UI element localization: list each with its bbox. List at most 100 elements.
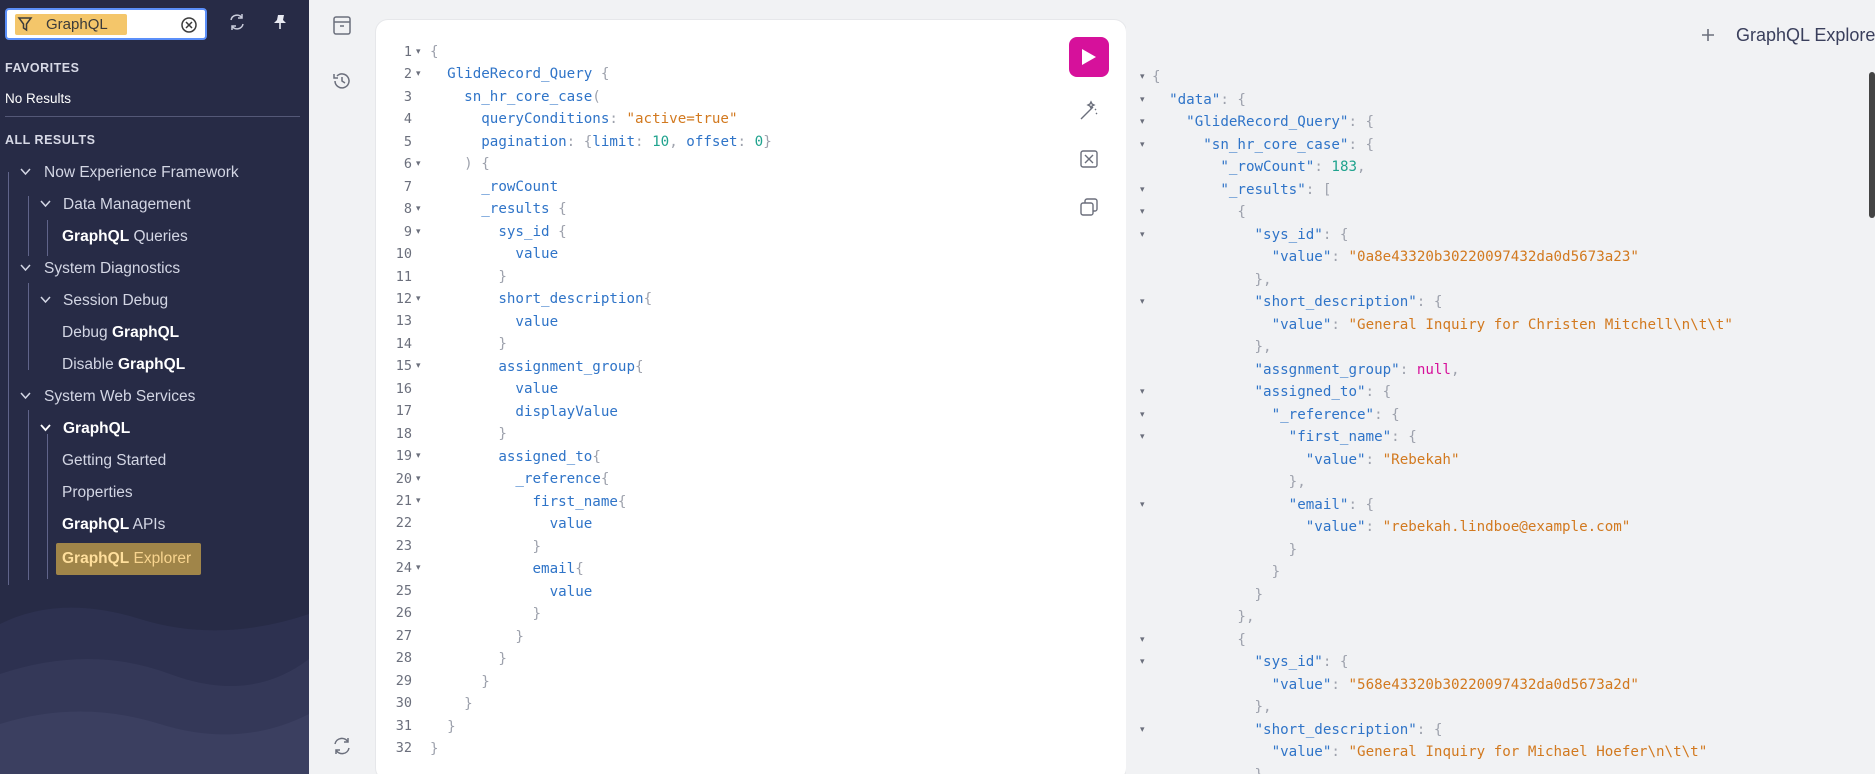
json-line: "sn_hr_core_case": { bbox=[1203, 137, 1375, 153]
line-number: 23 bbox=[395, 538, 412, 554]
nav-module-session-debug[interactable]: Session Debug bbox=[63, 287, 168, 315]
code-line-5: pagination: {limit: 10, offset: 0} bbox=[481, 134, 772, 150]
nav-module-debug-graphql[interactable]: Debug GraphQL bbox=[62, 319, 179, 347]
nav-module-properties[interactable]: Properties bbox=[62, 479, 133, 507]
fold-toggle-icon[interactable]: ▾ bbox=[416, 153, 424, 175]
results-scrollbar[interactable] bbox=[1869, 72, 1875, 218]
fold-toggle-icon[interactable]: ▾ bbox=[1140, 404, 1148, 426]
fold-toggle-icon[interactable]: ▾ bbox=[416, 490, 424, 512]
nav-module-graphql-explorer[interactable]: GraphQL Explorer bbox=[62, 545, 191, 573]
fold-toggle-icon[interactable]: ▾ bbox=[416, 63, 424, 85]
nav-module-now-experience-framework[interactable]: Now Experience Framework bbox=[44, 159, 239, 187]
navigator-filter-input[interactable]: GraphQL bbox=[5, 8, 207, 40]
nav-module-graphql-queries[interactable]: GraphQL Queries bbox=[62, 223, 188, 251]
json-line: }, bbox=[1288, 474, 1306, 490]
fold-toggle-icon[interactable]: ▾ bbox=[416, 445, 424, 467]
fold-toggle-icon[interactable]: ▾ bbox=[1140, 89, 1148, 111]
fold-toggle-icon[interactable]: ▾ bbox=[1140, 111, 1148, 133]
merge-icon[interactable] bbox=[1078, 148, 1100, 170]
code-line-9: sys_id { bbox=[498, 224, 567, 240]
run-query-button[interactable] bbox=[1069, 37, 1109, 77]
editor-tool-strip bbox=[309, 0, 373, 774]
code-line-29: } bbox=[481, 674, 490, 690]
line-number: 7 bbox=[403, 179, 412, 195]
line-number: 26 bbox=[395, 605, 412, 621]
line-number: 13 bbox=[395, 313, 412, 329]
code-line-10: value bbox=[515, 246, 559, 262]
fold-toggle-icon[interactable]: ▾ bbox=[416, 221, 424, 243]
json-line: { bbox=[1237, 204, 1246, 220]
fold-toggle-icon[interactable]: ▾ bbox=[416, 557, 424, 579]
code-line-17: displayValue bbox=[515, 404, 618, 420]
nav-module-disable-graphql[interactable]: Disable GraphQL bbox=[62, 351, 185, 379]
fold-toggle-icon[interactable]: ▾ bbox=[1140, 66, 1148, 88]
pin-icon[interactable] bbox=[271, 13, 289, 31]
fold-toggle-icon[interactable]: ▾ bbox=[1140, 201, 1148, 223]
plus-icon[interactable] bbox=[1700, 27, 1716, 43]
json-line: "assigned_to": { bbox=[1254, 384, 1392, 400]
line-number: 8 bbox=[403, 201, 412, 217]
json-line: "sys_id": { bbox=[1254, 654, 1349, 670]
line-number: 27 bbox=[395, 628, 412, 644]
json-line: { bbox=[1237, 632, 1246, 648]
divider bbox=[5, 116, 300, 117]
code-line-20: _reference{ bbox=[515, 471, 610, 487]
code-line-21: first_name{ bbox=[532, 494, 627, 510]
prettify-icon[interactable] bbox=[1078, 100, 1100, 122]
fold-toggle-icon[interactable]: ▾ bbox=[416, 198, 424, 220]
json-line: } bbox=[1254, 587, 1264, 603]
chevron-down-icon bbox=[40, 200, 51, 208]
copy-icon[interactable] bbox=[1078, 196, 1100, 218]
json-line: "_reference": { bbox=[1271, 407, 1400, 423]
refresh-icon[interactable] bbox=[228, 13, 246, 31]
fold-toggle-icon[interactable]: ▾ bbox=[1140, 381, 1148, 403]
clear-filter-icon[interactable] bbox=[180, 16, 198, 34]
filter-icon bbox=[17, 17, 33, 32]
json-line: }, bbox=[1254, 272, 1272, 288]
code-line-4: queryConditions: "active=true" bbox=[481, 111, 738, 127]
fold-toggle-icon[interactable]: ▾ bbox=[1140, 494, 1148, 516]
nav-module-data-management[interactable]: Data Management bbox=[63, 191, 191, 219]
nav-module-graphql[interactable]: GraphQL bbox=[63, 415, 130, 443]
line-number: 12 bbox=[395, 291, 412, 307]
fold-toggle-icon[interactable]: ▾ bbox=[1140, 629, 1148, 651]
nav-module-getting-started[interactable]: Getting Started bbox=[62, 447, 166, 475]
code-line-30: } bbox=[464, 696, 473, 712]
history-icon[interactable] bbox=[331, 70, 353, 92]
line-number: 31 bbox=[395, 718, 412, 734]
json-line: "assgnment_group": null, bbox=[1254, 362, 1460, 378]
json-line: "value": "0a8e43320b30220097432da0d5673a… bbox=[1271, 249, 1639, 265]
fold-toggle-icon[interactable]: ▾ bbox=[1140, 651, 1148, 673]
tree-guide-line bbox=[28, 196, 29, 256]
fold-toggle-icon[interactable]: ▾ bbox=[1140, 224, 1148, 246]
fold-toggle-icon[interactable]: ▾ bbox=[416, 288, 424, 310]
fold-toggle-icon[interactable]: ▾ bbox=[1140, 719, 1148, 741]
json-line: }, bbox=[1254, 339, 1272, 355]
json-line: "email": { bbox=[1288, 497, 1375, 513]
fold-toggle-icon[interactable]: ▾ bbox=[1140, 426, 1148, 448]
fold-toggle-icon[interactable]: ▾ bbox=[1140, 291, 1148, 313]
results-pane[interactable]: GraphQL Explorer { "data": { "GlideRecor… bbox=[1126, 0, 1875, 774]
code-line-27: } bbox=[515, 629, 524, 645]
line-number: 29 bbox=[395, 673, 412, 689]
query-editor[interactable]: { GlideRecord_Query { sn_hr_core_case( q… bbox=[376, 20, 1126, 774]
nav-module-system-diagnostics[interactable]: System Diagnostics bbox=[44, 255, 180, 283]
json-line: "_rowCount": 183, bbox=[1220, 159, 1366, 175]
fold-toggle-icon[interactable]: ▾ bbox=[1140, 134, 1148, 156]
refresh-icon[interactable] bbox=[331, 735, 353, 757]
fold-toggle-icon[interactable]: ▾ bbox=[416, 41, 424, 63]
json-line: } bbox=[1288, 542, 1298, 558]
json-line: }, bbox=[1237, 609, 1255, 625]
line-number: 4 bbox=[403, 111, 412, 127]
nav-module-system-web-services[interactable]: System Web Services bbox=[44, 383, 195, 411]
fold-toggle-icon[interactable]: ▾ bbox=[1140, 179, 1148, 201]
code-line-22: value bbox=[549, 516, 593, 532]
fold-toggle-icon[interactable]: ▾ bbox=[416, 468, 424, 490]
code-line-1: { bbox=[430, 44, 439, 60]
code-line-31: } bbox=[447, 719, 456, 735]
fold-toggle-icon[interactable]: ▾ bbox=[416, 355, 424, 377]
archive-icon[interactable] bbox=[331, 14, 353, 36]
json-line: "_results": [ bbox=[1220, 182, 1332, 198]
json-line: "value": "568e43320b30220097432da0d5673a… bbox=[1271, 677, 1639, 693]
nav-module-graphql-apis[interactable]: GraphQL APIs bbox=[62, 511, 165, 539]
